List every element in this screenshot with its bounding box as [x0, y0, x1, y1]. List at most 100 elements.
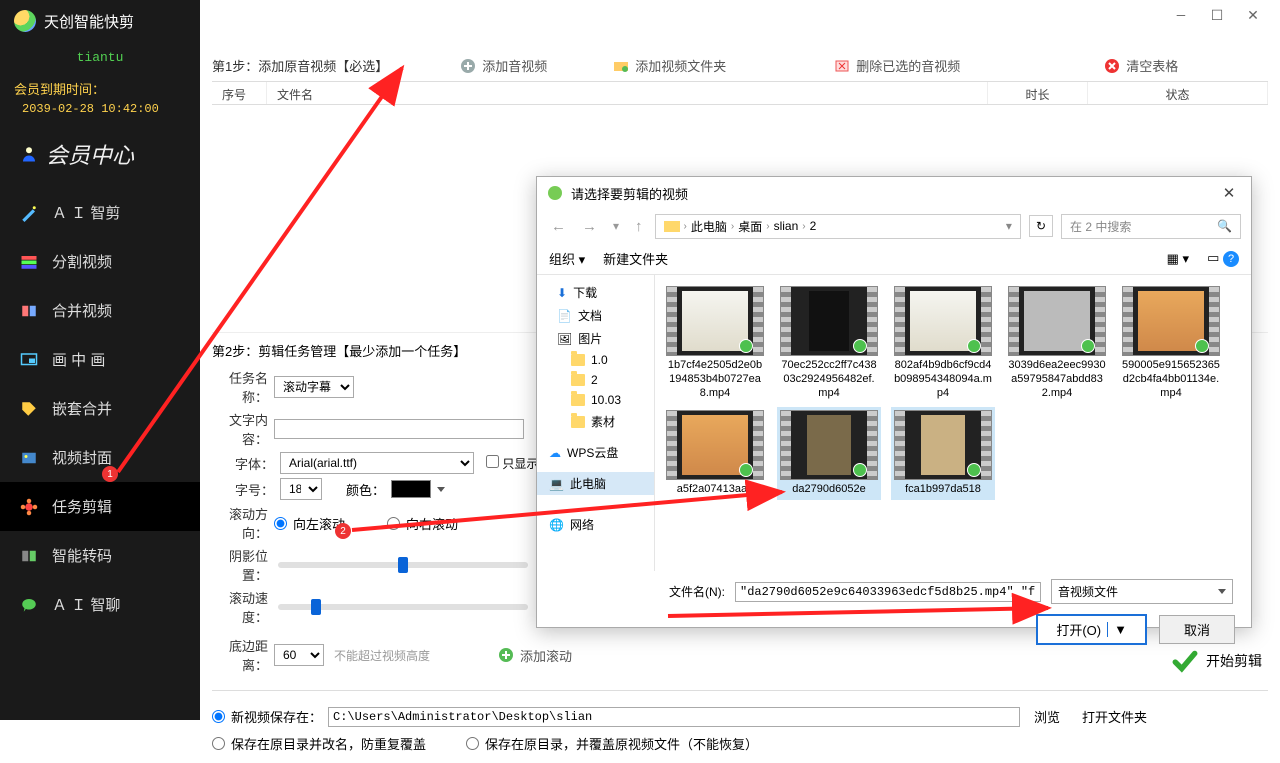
scroll-right-radio[interactable]: 向右滚动	[387, 514, 458, 533]
tree-f1003[interactable]: 10.03	[537, 390, 654, 410]
col-file: 文件名	[267, 82, 988, 104]
vip-person-icon	[20, 145, 38, 163]
only-show-check[interactable]: 只显示	[486, 455, 538, 472]
save-path-input[interactable]	[328, 707, 1020, 727]
sidebar-item-pip[interactable]: 画 中 画	[0, 335, 200, 384]
organize-menu[interactable]: 组织 ▾	[549, 249, 585, 268]
recent-dropdown[interactable]: ▾	[609, 219, 623, 233]
annotation-badge-1: 1	[102, 466, 118, 482]
bottom-margin-select[interactable]: 60	[274, 644, 324, 666]
shadow-slider[interactable]	[278, 562, 528, 568]
search-input[interactable]: 在 2 中搜索 🔍	[1061, 214, 1241, 239]
cancel-button[interactable]: 取消	[1159, 615, 1235, 644]
open-button[interactable]: 打开(O)▼	[1036, 614, 1147, 645]
file-item[interactable]: 1b7cf4e2505d2e0b194853b4b0727ea8.mp4	[663, 283, 767, 403]
wand-icon	[20, 204, 38, 222]
filter-select[interactable]: 音视频文件	[1051, 579, 1233, 604]
clear-table-label: 清空表格	[1126, 56, 1178, 75]
username: tiantu	[0, 50, 200, 65]
tree-network[interactable]: 🌐网络	[537, 513, 654, 536]
dialog-title: 请选择要剪辑的视频	[571, 184, 688, 203]
refresh-button[interactable]: ↻	[1029, 215, 1053, 237]
tree-material[interactable]: 素材	[537, 410, 654, 433]
add-folder-button[interactable]: 添加视频文件夹	[613, 56, 726, 75]
add-av-label: 添加音视频	[482, 56, 547, 75]
text-label: 文字内容：	[212, 410, 268, 448]
file-item[interactable]: 3039d6ea2eec9930a59795847abdd832.mp4	[1005, 283, 1109, 403]
chevron-down-icon[interactable]	[437, 487, 445, 492]
file-item[interactable]: 70ec252cc2ff7c43803c2924956482ef.mp4	[777, 283, 881, 403]
forward-button[interactable]: →	[578, 218, 601, 235]
breadcrumb[interactable]: ›此电脑 ›桌面 ›slian ›2 ▾	[655, 214, 1021, 239]
plus-circle-icon	[498, 647, 514, 663]
sidebar-item-split[interactable]: 分割视频	[0, 237, 200, 286]
browse-button[interactable]: 浏览	[1026, 705, 1068, 728]
file-item[interactable]: 802af4b9db6cf9cd4b098954348094a.mp4	[891, 283, 995, 403]
file-item[interactable]: 590005e915652365d2cb4fa4bb01134e.mp4	[1119, 283, 1223, 403]
dialog-close-button[interactable]: ✕	[1217, 184, 1241, 202]
fontsize-label: 字号：	[220, 480, 274, 499]
app-title: 天创智能快剪	[44, 11, 134, 32]
sidebar-item-transcode[interactable]: 智能转码	[0, 531, 200, 580]
sidebar-item-label: 任务剪辑	[52, 496, 112, 517]
new-folder-button[interactable]: 新建文件夹	[603, 249, 668, 268]
save-new-radio[interactable]: 新视频保存在：	[212, 707, 322, 726]
tree-pic[interactable]: 🖼图片	[537, 327, 654, 350]
tree-f2[interactable]: 2	[537, 370, 654, 390]
col-duration: 时长	[988, 82, 1088, 104]
maximize-button[interactable]: ☐	[1208, 8, 1226, 25]
text-input[interactable]	[274, 419, 524, 439]
tag-icon	[20, 400, 38, 418]
sidebar-item-task-clip[interactable]: 任务剪辑	[0, 482, 200, 531]
vip-center-button[interactable]: 会员中心	[0, 132, 200, 188]
preview-button[interactable]: ▭ ?	[1207, 250, 1239, 267]
view-mode-button[interactable]: ▦ ▾	[1167, 251, 1189, 267]
open-folder-button[interactable]: 打开文件夹	[1074, 705, 1155, 728]
expire-label: 会员到期时间：	[0, 79, 200, 98]
sidebar-item-label: 合并视频	[52, 300, 112, 321]
add-av-button[interactable]: 添加音视频	[460, 56, 547, 75]
clear-icon	[1104, 58, 1120, 74]
back-button[interactable]: ←	[547, 218, 570, 235]
step1-label: 第1步：添加原音视频【必选】	[212, 56, 388, 75]
delete-selected-button[interactable]: 删除已选的音视频	[834, 56, 960, 75]
font-select[interactable]: Arial(arial.ttf)	[280, 452, 474, 474]
delete-icon	[834, 58, 850, 74]
col-status: 状态	[1088, 82, 1268, 104]
clear-table-button[interactable]: 清空表格	[1104, 56, 1178, 75]
sidebar-item-cover[interactable]: 视频封面	[0, 433, 200, 482]
tree-doc[interactable]: 📄文档	[537, 304, 654, 327]
tree-pc[interactable]: 💻此电脑	[537, 472, 654, 495]
file-item[interactable]: a5f2a07413aa0	[663, 407, 767, 500]
sidebar: 天创智能快剪 tiantu 会员到期时间： 2039-02-28 10:42:0…	[0, 0, 200, 720]
window-controls: — ☐ ✕	[1154, 0, 1280, 33]
tree-wps[interactable]: ☁WPS云盘	[537, 441, 654, 464]
sidebar-item-ai-clip[interactable]: Ａ Ｉ 智剪	[0, 188, 200, 237]
vip-center-label: 会员中心	[46, 138, 134, 170]
save-overwrite-radio[interactable]: 保存在原目录，并覆盖原视频文件（不能恢复）	[466, 734, 758, 753]
sidebar-item-nest-merge[interactable]: 嵌套合并	[0, 384, 200, 433]
color-picker[interactable]	[391, 480, 431, 498]
sidebar-item-merge[interactable]: 合并视频	[0, 286, 200, 335]
plus-circle-icon	[460, 58, 476, 74]
minimize-button[interactable]: —	[1172, 8, 1190, 25]
expire-date: 2039-02-28 10:42:00	[0, 102, 200, 116]
up-button[interactable]: ↑	[631, 218, 647, 235]
sidebar-item-ai-chat[interactable]: Ａ Ｉ 智聊	[0, 580, 200, 629]
save-rename-radio[interactable]: 保存在原目录并改名，防重复覆盖	[212, 734, 426, 753]
sidebar-item-label: 画 中 画	[52, 349, 105, 370]
image-icon	[20, 449, 38, 467]
speed-slider[interactable]	[278, 604, 528, 610]
taskname-select[interactable]: 滚动字幕	[274, 376, 354, 398]
tree-f10[interactable]: 1.0	[537, 350, 654, 370]
tree-download[interactable]: ⬇下载	[537, 281, 654, 304]
file-grid: 1b7cf4e2505d2e0b194853b4b0727ea8.mp4 70e…	[655, 275, 1251, 571]
col-no: 序号	[212, 82, 267, 104]
file-item[interactable]: fca1b997da518	[891, 407, 995, 500]
fontsize-select[interactable]: 18	[280, 478, 322, 500]
file-item[interactable]: da2790d6052e	[777, 407, 881, 500]
close-button[interactable]: ✕	[1244, 8, 1262, 25]
filename-input[interactable]	[735, 582, 1041, 602]
annotation-badge-2: 2	[335, 523, 351, 539]
help-icon[interactable]: ?	[1223, 251, 1239, 267]
